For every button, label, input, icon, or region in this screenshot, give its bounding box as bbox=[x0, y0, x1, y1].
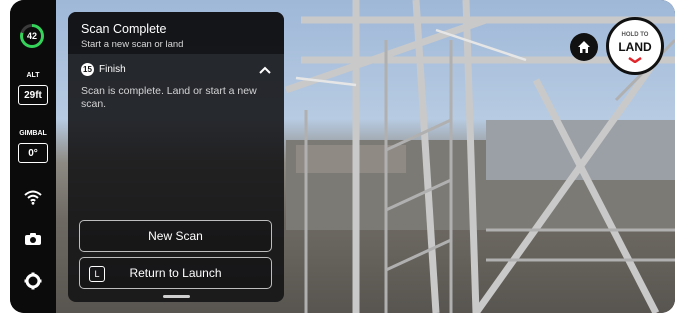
land-chevron-icon bbox=[628, 57, 642, 63]
land-label: LAND bbox=[618, 40, 652, 54]
panel-title: Scan Complete bbox=[81, 22, 167, 36]
home-icon bbox=[578, 41, 590, 53]
chevron-up-icon[interactable] bbox=[258, 63, 272, 75]
home-button[interactable] bbox=[570, 33, 598, 61]
gimbal-label: GIMBAL bbox=[19, 130, 47, 137]
launch-icon: L bbox=[89, 266, 105, 282]
settings-icon[interactable] bbox=[22, 270, 44, 292]
new-scan-label: New Scan bbox=[148, 229, 203, 243]
alt-value: 29ft bbox=[18, 85, 48, 105]
new-scan-button[interactable]: New Scan bbox=[79, 220, 272, 252]
panel-subtitle: Start a new scan or land bbox=[81, 39, 184, 50]
step-number-badge: 15 bbox=[81, 63, 94, 76]
gimbal-value: 0° bbox=[18, 143, 48, 163]
panel-drag-handle[interactable] bbox=[163, 295, 190, 298]
return-to-launch-button[interactable]: L Return to Launch bbox=[79, 257, 272, 289]
app-screen: 42 ALT 29ft GIMBAL 0° Scan Complete Star… bbox=[10, 0, 675, 313]
battery-percent: 42 bbox=[23, 27, 41, 45]
panel-header: Scan Complete Start a new scan or land bbox=[68, 12, 284, 54]
camera-icon[interactable] bbox=[22, 228, 44, 250]
step-label: Finish bbox=[99, 64, 126, 75]
alt-label: ALT bbox=[26, 72, 40, 79]
battery-indicator: 42 bbox=[20, 24, 44, 48]
return-to-launch-label: Return to Launch bbox=[129, 266, 222, 280]
hold-to-label: HOLD TO bbox=[621, 32, 649, 38]
hold-to-land-button[interactable]: HOLD TO LAND bbox=[606, 17, 664, 75]
scan-complete-panel: Scan Complete Start a new scan or land 1… bbox=[68, 12, 284, 302]
wifi-icon[interactable] bbox=[22, 186, 44, 208]
step-description: Scan is complete. Land or start a new sc… bbox=[81, 85, 257, 110]
left-sidebar: 42 ALT 29ft GIMBAL 0° bbox=[10, 0, 56, 313]
